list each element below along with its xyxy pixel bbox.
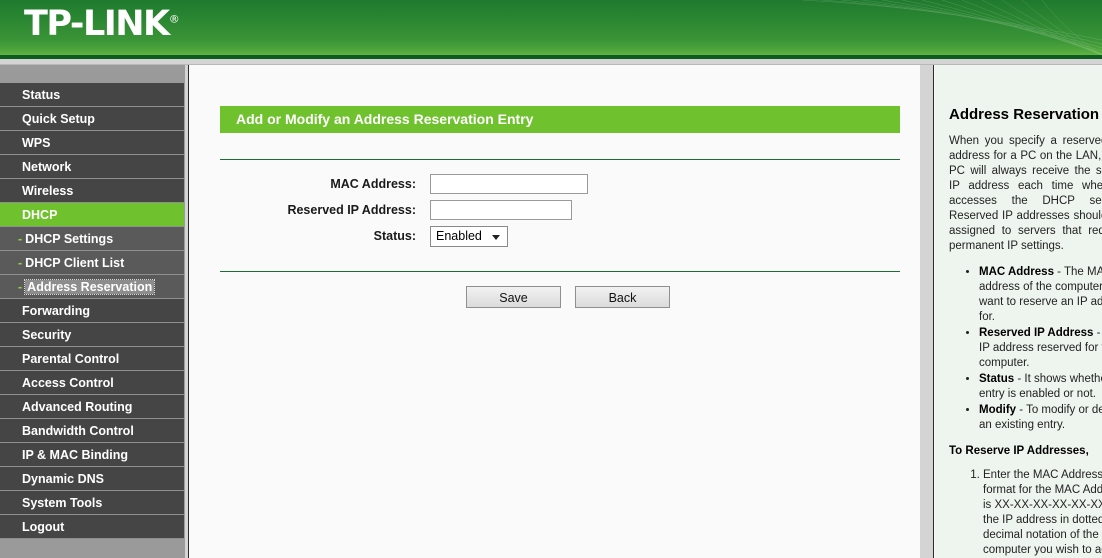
sidebar-item-label: Bandwidth Control <box>22 424 134 438</box>
sidebar-top-spacer <box>0 65 184 83</box>
reserved-ip-row: Reserved IP Address: <box>190 197 920 223</box>
sub-item-dash-icon: - <box>18 232 23 246</box>
reserved-ip-input[interactable] <box>430 200 572 220</box>
sidebar-item-label: DHCP <box>22 208 58 222</box>
status-select-value: Enabled <box>436 228 482 243</box>
sidebar-item-label: Parental Control <box>22 352 120 366</box>
page-body: Status Quick Setup WPS Network Wireless DHCP -… <box>0 65 1102 558</box>
help-bullet-term: Reserved IP Address <box>979 327 1094 339</box>
sidebar-item-label: Wireless <box>22 184 74 198</box>
sidebar-item-logout[interactable]: Logout <box>0 515 184 539</box>
sidebar-item-label: Network <box>22 160 72 174</box>
sidebar-item-label: Logout <box>22 520 65 534</box>
content-help-divider <box>920 65 934 558</box>
help-bullet-term: MAC Address <box>979 266 1054 278</box>
sub-item-dash-icon: - <box>18 256 23 270</box>
sidebar-item-advanced-routing[interactable]: Advanced Routing <box>0 395 184 419</box>
sidebar-item-wps[interactable]: WPS <box>0 131 184 155</box>
help-reserve-heading: To Reserve IP Addresses, <box>949 445 1089 457</box>
sidebar-item-ip-mac-binding[interactable]: IP & MAC Binding <box>0 443 184 467</box>
mac-address-row: MAC Address: <box>190 171 920 197</box>
sidebar-item-label: Address Reservation <box>24 279 156 295</box>
help-reserve-steps: Enter the MAC Address (the format for th… <box>949 468 1102 558</box>
save-button[interactable]: Save <box>466 286 561 308</box>
sidebar-item-label: Access Control <box>22 376 114 390</box>
sidebar-item-dynamic-dns[interactable]: Dynamic DNS <box>0 467 184 491</box>
help-panel: Address Reservation When you specify a r… <box>935 65 1102 558</box>
form-bottom-divider <box>220 271 900 272</box>
sidebar-item-network[interactable]: Network <box>0 155 184 179</box>
sidebar-item-label: DHCP Client List <box>25 256 125 270</box>
sidebar-item-label: Dynamic DNS <box>22 472 104 486</box>
form-button-row: Save Back <box>190 286 920 308</box>
back-button[interactable]: Back <box>575 286 670 308</box>
sidebar-item-dhcp[interactable]: DHCP <box>0 203 184 227</box>
sidebar-content-divider <box>185 65 189 558</box>
chevron-down-icon <box>492 234 500 240</box>
sidebar-item-label: Advanced Routing <box>22 400 133 414</box>
logo-text: TP-LINK <box>24 4 170 44</box>
help-title: Address Reservation <box>949 106 1100 123</box>
sub-item-dash-icon: - <box>18 280 23 294</box>
sidebar-item-label: Quick Setup <box>22 112 95 126</box>
status-select[interactable]: Enabled <box>430 225 508 247</box>
reserved-ip-label: Reserved IP Address: <box>287 203 416 217</box>
sidebar-item-address-reservation[interactable]: - Address Reservation <box>0 275 184 299</box>
help-bullet-item: MAC Address - The MAC address of the com… <box>979 265 1102 325</box>
header-swirl-decoration <box>801 0 1102 55</box>
router-admin-page: TP-LINK® Status Quick Setup WPS Network Wire… <box>0 0 1102 558</box>
sidebar-item-bandwidth-control[interactable]: Bandwidth Control <box>0 419 184 443</box>
address-reservation-form: MAC Address: Reserved IP Address: Status… <box>190 160 920 249</box>
mac-address-label: MAC Address: <box>330 177 416 191</box>
mac-address-input[interactable] <box>430 174 588 194</box>
sidebar-item-label: Security <box>22 328 72 342</box>
sidebar-item-system-tools[interactable]: System Tools <box>0 491 184 515</box>
sidebar-item-wireless[interactable]: Wireless <box>0 179 184 203</box>
sidebar-item-dhcp-settings[interactable]: - DHCP Settings <box>0 227 184 251</box>
help-bullet-term: Status <box>979 373 1015 385</box>
main-content: Add or Modify an Address Reservation Ent… <box>190 65 920 558</box>
sidebar-item-dhcp-client-list[interactable]: - DHCP Client List <box>0 251 184 275</box>
sidebar-item-label: DHCP Settings <box>25 232 114 246</box>
help-bullet-item: Reserved IP Address - The IP address res… <box>979 326 1102 371</box>
registered-mark-icon: ® <box>168 12 180 26</box>
sidebar-bottom-fill <box>0 539 184 558</box>
sidebar-item-label: IP & MAC Binding <box>22 448 129 462</box>
sidebar-item-label: System Tools <box>22 496 103 510</box>
help-bullet-item: Modify - To modify or delete an existing… <box>979 403 1102 433</box>
panel-title: Add or Modify an Address Reservation Ent… <box>220 106 900 133</box>
sidebar-item-label: WPS <box>22 136 51 150</box>
help-bullet-term: Modify <box>979 404 1017 416</box>
help-reserve-step: Enter the MAC Address (the format for th… <box>983 468 1102 558</box>
sidebar-item-security[interactable]: Security <box>0 323 184 347</box>
sidebar-item-forwarding[interactable]: Forwarding <box>0 299 184 323</box>
sidebar-item-list: Status Quick Setup WPS Network Wireless DHCP -… <box>0 83 184 539</box>
sidebar-item-label: Forwarding <box>22 304 91 318</box>
sidebar-item-status[interactable]: Status <box>0 83 184 107</box>
tplink-logo: TP-LINK® <box>24 4 180 44</box>
sidebar-nav: Status Quick Setup WPS Network Wireless DHCP -… <box>0 65 185 558</box>
sidebar-item-label: Status <box>22 88 61 102</box>
help-bullet-list: MAC Address - The MAC address of the com… <box>949 265 1102 433</box>
sidebar-item-parental-control[interactable]: Parental Control <box>0 347 184 371</box>
page-header: TP-LINK® <box>0 0 1102 55</box>
help-intro: When you specify a reserved IP address f… <box>949 135 1102 252</box>
status-row: Status: Enabled <box>190 223 920 249</box>
help-bullet-item: Status - It shows whether the entry is e… <box>979 372 1102 402</box>
sidebar-item-quick-setup[interactable]: Quick Setup <box>0 107 184 131</box>
status-label: Status: <box>373 229 416 243</box>
sidebar-item-access-control[interactable]: Access Control <box>0 371 184 395</box>
